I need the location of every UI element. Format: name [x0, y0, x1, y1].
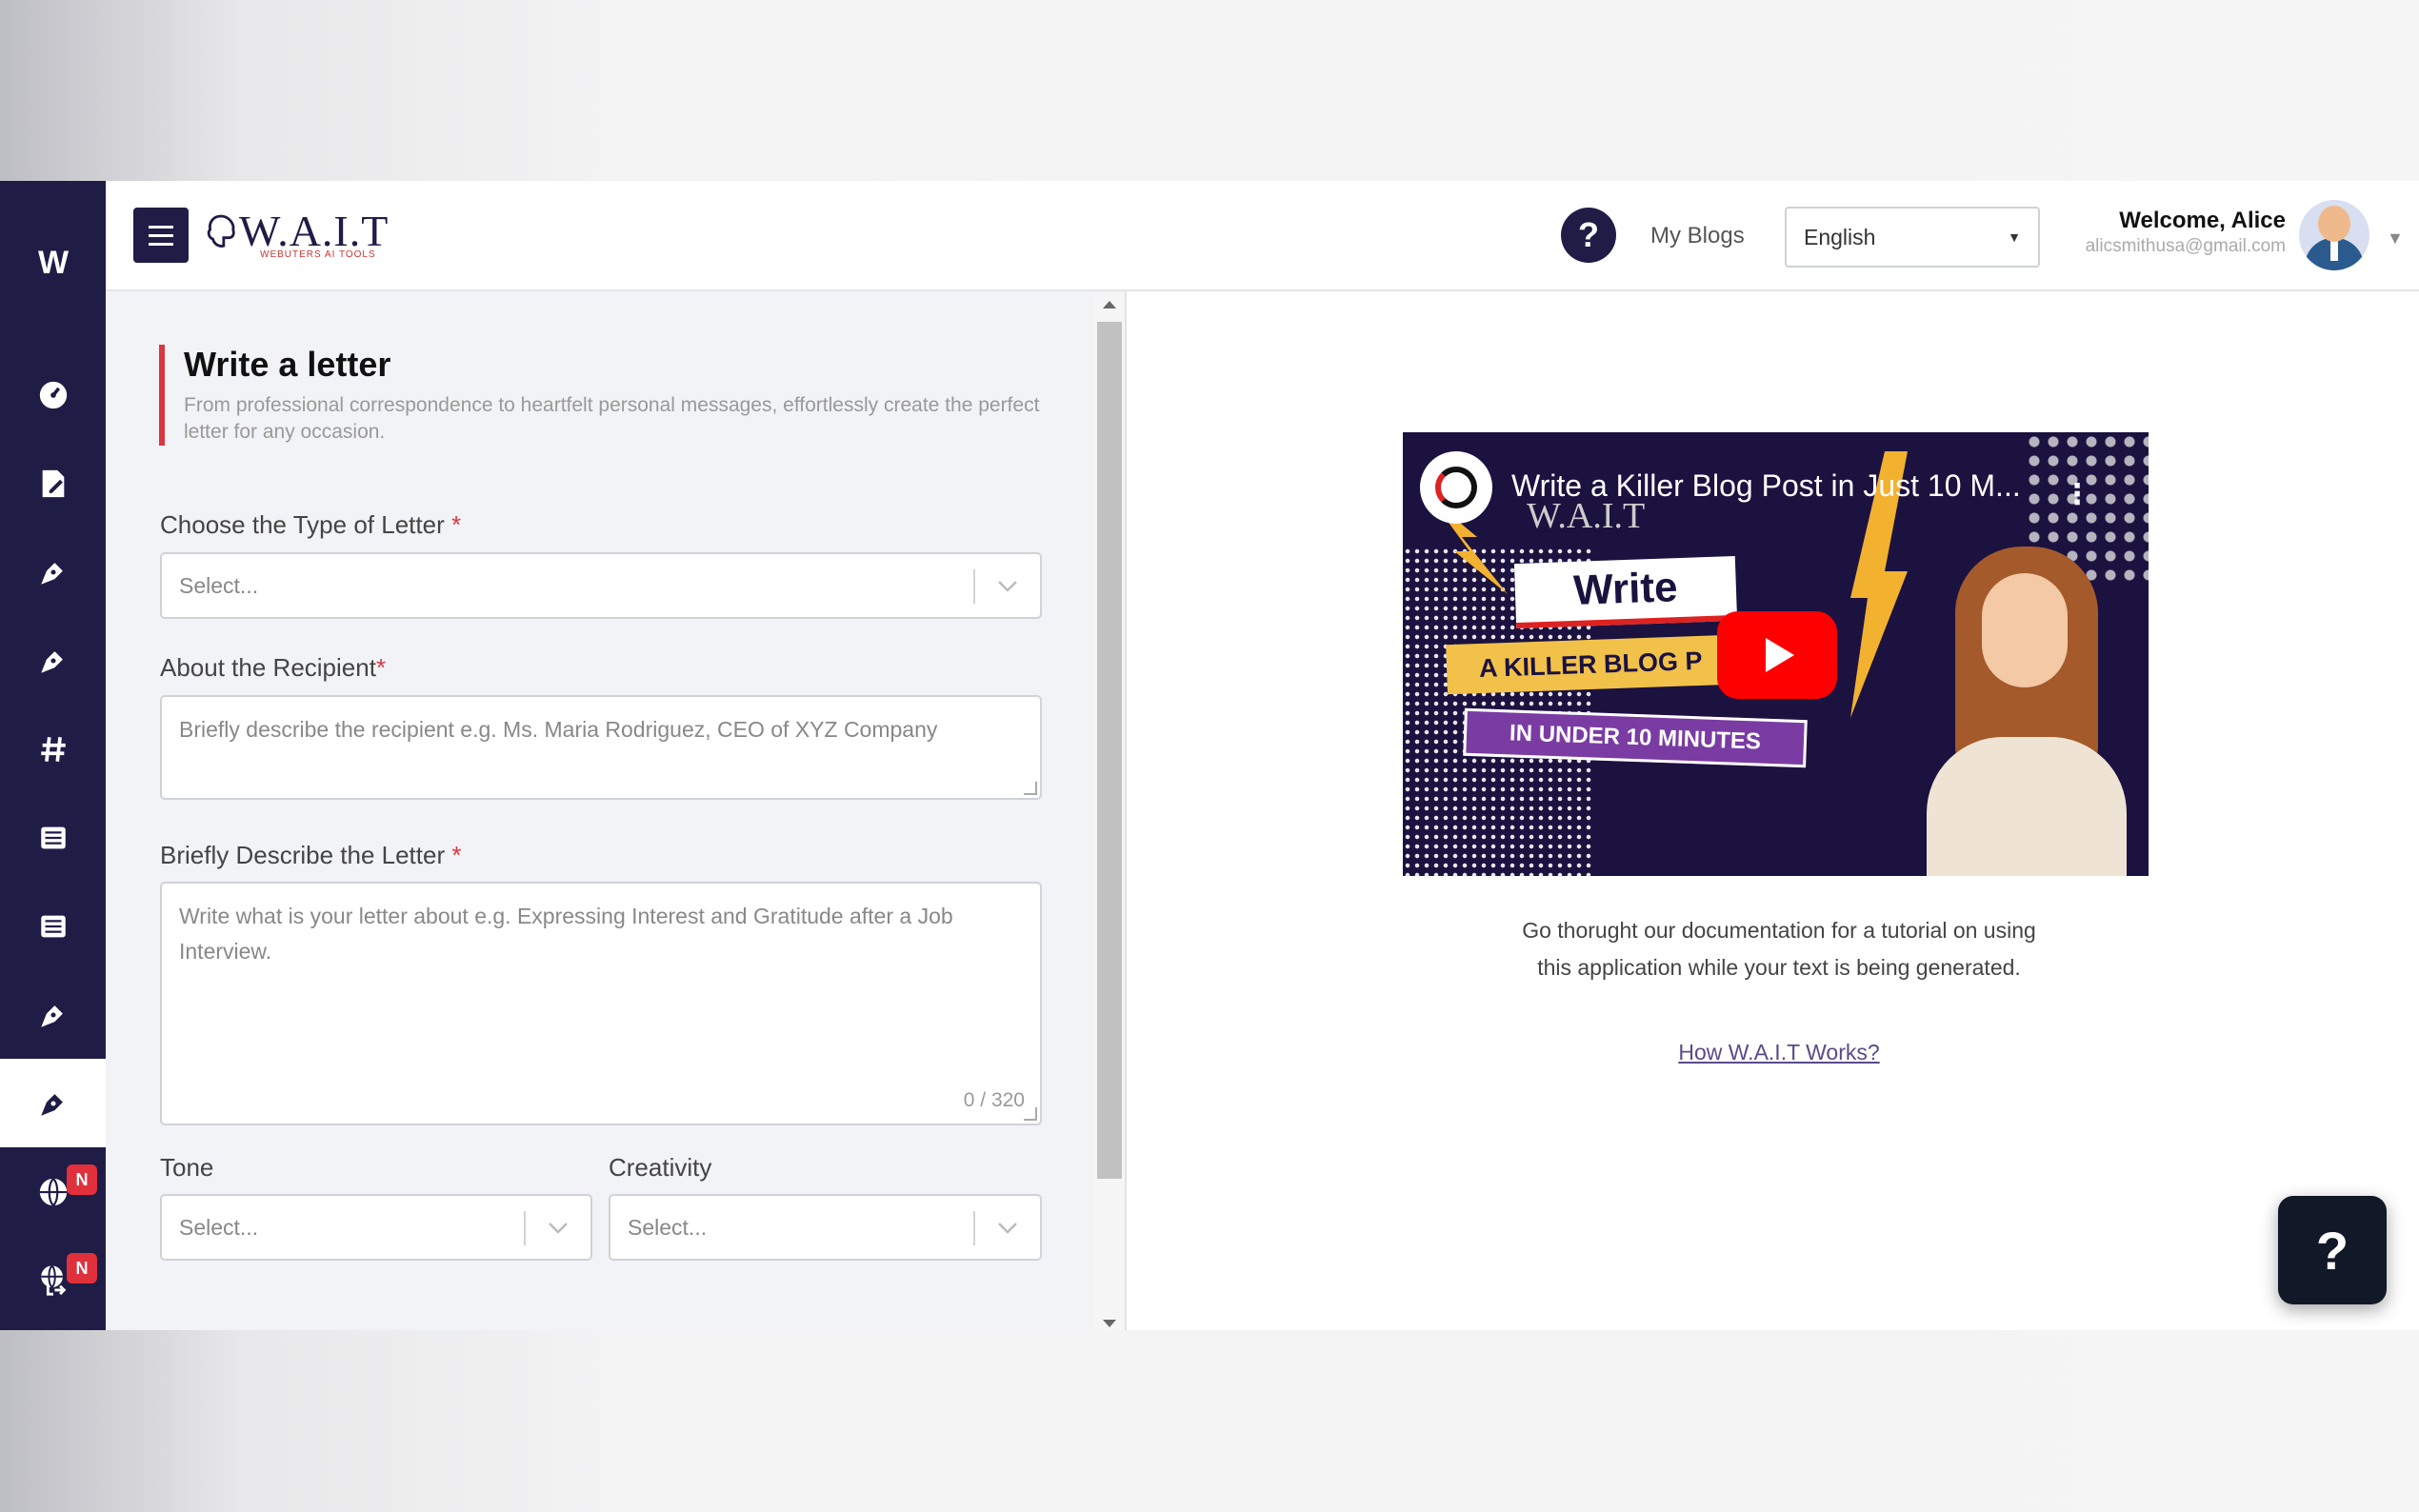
sidebar-item-letter-writer[interactable] [0, 1059, 106, 1147]
sidebar: W N N [0, 181, 106, 1330]
letter-form-panel: Write a letter From professional corresp… [106, 291, 1125, 1330]
background-top [0, 0, 2419, 181]
character-counter: 0 / 320 [963, 1089, 1025, 1111]
resize-handle[interactable] [1024, 1107, 1037, 1121]
creativity-label: Creativity [609, 1153, 712, 1182]
pen-icon [40, 1005, 63, 1027]
pen-icon [40, 650, 63, 673]
new-badge: N [67, 1164, 97, 1195]
letter-description-textarea[interactable]: Write what is your letter about e.g. Exp… [160, 882, 1042, 1125]
avatar[interactable] [2299, 200, 2369, 270]
channel-avatar[interactable] [1420, 451, 1492, 524]
thumbnail-person-image [1917, 547, 2127, 876]
thumbnail-write-text: Write [1513, 555, 1738, 629]
sidebar-item-documents[interactable] [0, 439, 106, 527]
newspaper-icon [40, 826, 66, 848]
scroll-down-arrow-icon[interactable] [1103, 1320, 1116, 1327]
globe-export-icon [40, 1264, 66, 1296]
letter-type-label: Choose the Type of Letter * [160, 510, 462, 539]
select-placeholder: Select... [179, 572, 259, 598]
new-badge: N [67, 1253, 97, 1283]
letter-description-label: Briefly Describe the Letter * [160, 841, 462, 869]
tutorial-panel: W.A.I.T Write A KILLER BLOG P IN UNDER 1… [1127, 291, 2419, 1330]
help-button[interactable]: ? [1561, 208, 1616, 263]
hamburger-menu-button[interactable] [133, 208, 189, 263]
caret-down-icon[interactable]: ▼ [2387, 229, 2404, 249]
scrollbar-thumb[interactable] [1097, 322, 1122, 1179]
youtube-video-embed[interactable]: W.A.I.T Write A KILLER BLOG P IN UNDER 1… [1403, 432, 2149, 876]
textarea-placeholder: Write what is your letter about e.g. Exp… [179, 904, 953, 964]
brand-subtitle: WEBUTERS AI TOOLS [260, 249, 376, 260]
chevron-down-icon[interactable] [543, 1213, 573, 1243]
globe-icon [39, 1177, 67, 1206]
user-email: alicsmithusa@gmail.com [2085, 236, 2286, 256]
letter-type-select[interactable]: Select... [160, 552, 1042, 619]
hashtag-icon [40, 736, 66, 762]
select-placeholder: Select... [628, 1214, 708, 1240]
play-button[interactable] [1717, 611, 1837, 699]
document-edit-icon [42, 469, 64, 497]
tone-label: Tone [160, 1153, 214, 1182]
language-select[interactable]: English ▼ [1785, 207, 2040, 268]
how-it-works-link[interactable]: How W.A.I.T Works? [1517, 1040, 2041, 1065]
sidebar-item-hashtags[interactable] [0, 705, 106, 793]
page-description: From professional correspondence to hear… [184, 394, 1040, 443]
sidebar-item-articles-1[interactable] [0, 793, 106, 882]
pen-icon [40, 562, 63, 585]
brand-logo[interactable]: W.A.I.T WEBUTERS AI TOOLS [205, 206, 388, 263]
thumbnail-killer-text: A KILLER BLOG P [1446, 634, 1733, 695]
sidebar-logo[interactable]: W [21, 245, 84, 281]
hamburger-icon [149, 233, 173, 237]
chevron-down-icon[interactable] [992, 1213, 1023, 1243]
top-header: W.A.I.T WEBUTERS AI TOOLS ? My Blogs Eng… [106, 181, 2419, 291]
page-title: Write a letter [184, 345, 391, 384]
select-divider [973, 1211, 975, 1245]
sidebar-item-dashboard[interactable] [0, 350, 106, 439]
select-placeholder: Select... [179, 1214, 259, 1240]
pen-icon [40, 1093, 63, 1116]
video-title[interactable]: Write a Killer Blog Post in Just 10 M... [1511, 468, 2021, 504]
creativity-select[interactable]: Select... [609, 1194, 1042, 1261]
user-info[interactable]: Welcome, Alice alicsmithusa@gmail.com [2086, 208, 2286, 257]
caret-down-icon: ▼ [2008, 229, 2021, 245]
brain-logo-icon [207, 214, 235, 248]
language-value: English [1804, 224, 1876, 249]
welcome-text: Welcome, Alice [2119, 208, 2286, 233]
play-icon [1766, 638, 1794, 672]
textarea-placeholder: Briefly describe the recipient e.g. Ms. … [179, 717, 938, 742]
resize-handle[interactable] [1024, 782, 1037, 795]
floating-help-button[interactable]: ? [2278, 1196, 2387, 1304]
newspaper-icon [40, 915, 66, 937]
chevron-down-icon[interactable] [992, 571, 1023, 602]
recipient-label: About the Recipient* [160, 653, 387, 682]
select-divider [524, 1211, 526, 1245]
tone-select[interactable]: Select... [160, 1194, 592, 1261]
background-bottom [0, 1330, 2419, 1512]
dashboard-icon [39, 381, 67, 408]
documentation-text: Go thorught our documentation for a tuto… [1522, 918, 2036, 980]
scroll-up-arrow-icon[interactable] [1103, 301, 1116, 308]
sidebar-item-writer-3[interactable] [0, 970, 106, 1059]
form-title-block: Write a letter From professional corresp… [159, 345, 1045, 446]
recipient-textarea[interactable]: Briefly describe the recipient e.g. Ms. … [160, 695, 1042, 800]
sidebar-item-web-2[interactable]: N [0, 1236, 106, 1324]
sidebar-item-articles-2[interactable] [0, 882, 106, 970]
my-blogs-link[interactable]: My Blogs [1650, 223, 1745, 249]
select-divider [973, 569, 975, 604]
sidebar-item-writer-1[interactable] [0, 527, 106, 616]
app-window: W N N W.A.I.T WEBUTERS AI TOOLS ? My Blo… [0, 181, 2419, 1330]
sidebar-item-writer-2[interactable] [0, 616, 106, 705]
sidebar-item-web-1[interactable]: N [0, 1147, 106, 1236]
more-vertical-icon[interactable]: ⋮ [2063, 478, 2091, 511]
